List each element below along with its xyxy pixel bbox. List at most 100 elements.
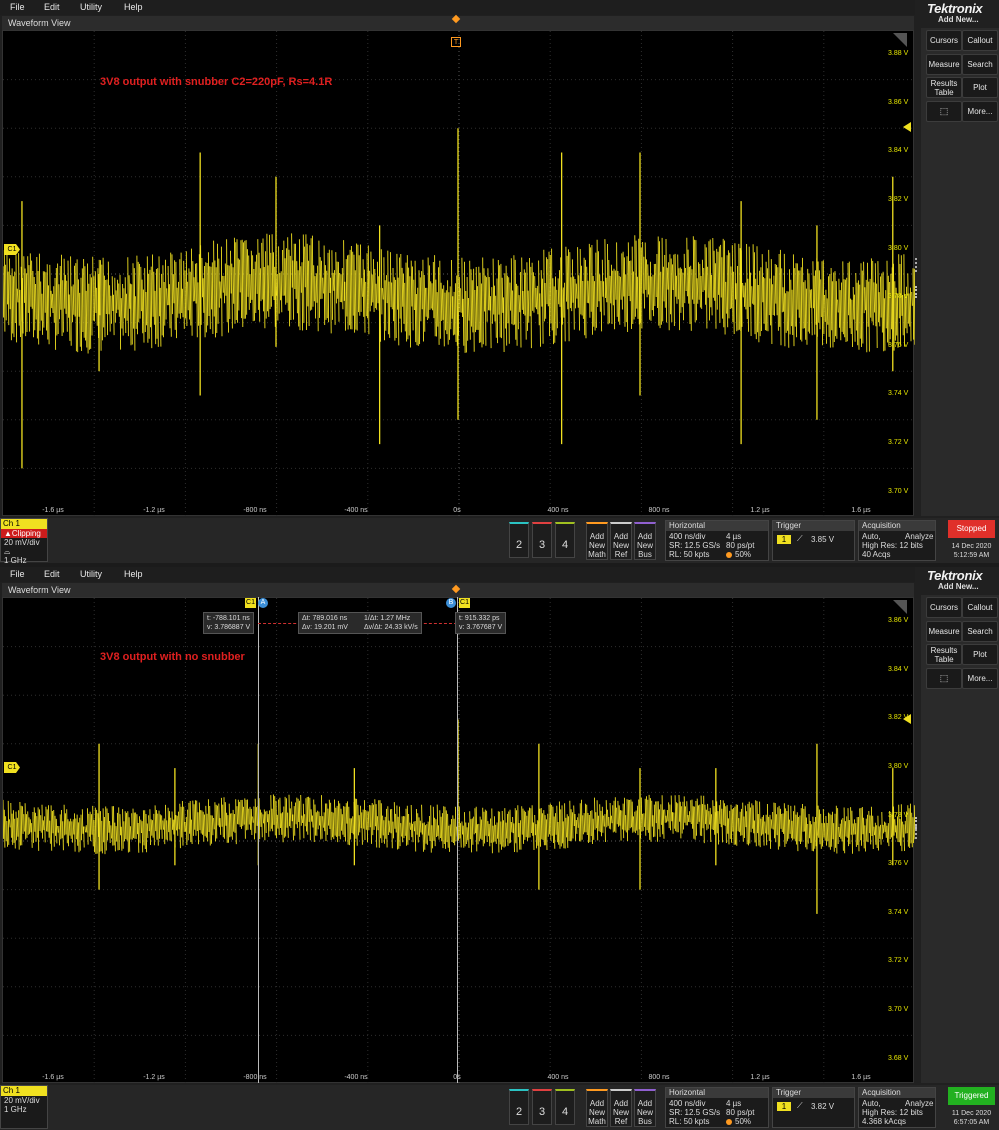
horizontal-position: 50% [735, 1117, 752, 1126]
horizontal-badge[interactable]: Horizontal 400 ns/div 4 µs SR: 12.5 GS/s 80 … [665, 520, 769, 561]
zoom-icon[interactable]: ⬚ [926, 101, 962, 122]
search-button[interactable]: Search [962, 621, 998, 642]
cursors-button[interactable]: Cursors [926, 30, 962, 51]
menu-file[interactable]: File [10, 569, 25, 579]
y-axis-label: 3.76 V [888, 860, 909, 867]
collapse-corner-icon[interactable] [893, 33, 907, 47]
results-table-button[interactable]: Results Table [926, 77, 962, 98]
acquisition-badge[interactable]: Acquisition Auto, Analyze High Res: 12 bits… [858, 1087, 936, 1128]
screen-annotation[interactable]: 3V8 output with no snubber [100, 651, 245, 663]
menu-edit[interactable]: Edit [44, 2, 60, 12]
horizontal-scale: 400 ns/div [669, 532, 706, 541]
ch1-title: Ch 1 [1, 519, 47, 529]
run-stop-status[interactable]: Triggered [948, 1087, 995, 1105]
screen-annotation[interactable]: 3V8 output with snubber C2=220pF, Rs=4.1… [100, 76, 332, 88]
horizontal-title: Horizontal [666, 1088, 768, 1098]
cursor-b-ch-label[interactable]: C1 [459, 598, 470, 608]
run-stop-status[interactable]: Stopped [948, 520, 995, 538]
trigger-badge[interactable]: Trigger 1 ⟋ 3.85 V [772, 520, 855, 561]
channel-4-button[interactable]: 4 [555, 522, 575, 558]
cursor-a-label[interactable]: A [258, 598, 268, 608]
trigger-level: 3.85 V [811, 535, 835, 544]
add-new-ref-button[interactable]: Add New Ref [610, 1089, 632, 1127]
measure-button[interactable]: Measure [926, 621, 962, 642]
bus-label: Bus [638, 550, 652, 559]
y-axis-label: 3.80 V [888, 245, 909, 252]
callout-button[interactable]: Callout [962, 30, 998, 51]
add-new-ref-button[interactable]: Add New Ref [610, 522, 632, 560]
position-icon [726, 1119, 732, 1125]
acquisition-badge[interactable]: Acquisition Auto, Analyze High Res: 12 bits… [858, 520, 936, 561]
ch1-badge[interactable]: Ch 1 ▲Clipping 20 mV/div ⌓ 1 GHz [0, 518, 48, 563]
search-button[interactable]: Search [962, 54, 998, 75]
horizontal-badge[interactable]: Horizontal 400 ns/div 4 µs SR: 12.5 GS/s 80 … [665, 1087, 769, 1128]
ref-label: Ref [614, 1117, 628, 1126]
y-axis-label: 3.72 V [888, 957, 909, 964]
results-table-label-2: Table [934, 655, 954, 664]
plot-button[interactable]: Plot [962, 644, 998, 665]
delta-row-1: Δt: 789.016 ns 1/Δt: 1.27 MHz [302, 614, 418, 623]
cursor-b-label[interactable]: B [446, 598, 456, 608]
collapse-corner-icon[interactable] [893, 600, 907, 614]
menu-utility[interactable]: Utility [80, 569, 102, 579]
trigger-position-marker[interactable]: T [451, 37, 461, 47]
channel-3-label: 3 [538, 539, 546, 551]
x-axis-label: 800 ns [648, 507, 670, 514]
results-table-button[interactable]: Results Table [926, 644, 962, 665]
waveform-graticule[interactable] [2, 30, 915, 517]
y-axis-label: 3.70 V [888, 488, 909, 495]
cursor-a-readout[interactable]: t: -788.101 ns v: 3.786887 V [203, 612, 255, 634]
cursor-a-voltage: v: 3.786887 V [207, 624, 251, 631]
menu-utility[interactable]: Utility [80, 2, 102, 12]
measure-button[interactable]: Measure [926, 54, 962, 75]
date: 11 Dec 2020 [951, 1110, 992, 1117]
cursor-delta-readout[interactable]: Δt: 789.016 ns 1/Δt: 1.27 MHz Δv: 19.201 m… [298, 612, 422, 634]
add-new-bus-button[interactable]: Add New Bus [634, 1089, 656, 1127]
channel-2-button[interactable]: 2 [509, 1089, 529, 1125]
channel-3-button[interactable]: 3 [532, 1089, 552, 1125]
add-label: Add [589, 1099, 605, 1108]
add-new-math-button[interactable]: Add New Math [586, 1089, 608, 1127]
ch1-badge[interactable]: Ch 1 20 mV/div 1 GHz [0, 1085, 48, 1129]
trigger-badge[interactable]: Trigger 1 ⟋ 3.82 V [772, 1087, 855, 1128]
add-new-math-button[interactable]: Add New Math [586, 522, 608, 560]
waveform-handle-icon[interactable] [915, 286, 919, 298]
cursor-b-readout[interactable]: t: 915.332 ps v: 3.767687 V [455, 612, 507, 634]
trigger-level-arrow[interactable] [903, 122, 911, 132]
channel-3-button[interactable]: 3 [532, 522, 552, 558]
waveform-handle-icon[interactable] [915, 817, 919, 829]
more-button[interactable]: More... [962, 668, 998, 689]
menu-file[interactable]: File [10, 2, 25, 12]
menu-help[interactable]: Help [124, 569, 143, 579]
acquisition-title: Acquisition [859, 521, 935, 531]
ps-per-point: 80 ps/pt [726, 1108, 755, 1117]
new-label: New [636, 541, 653, 550]
callout-button[interactable]: Callout [962, 597, 998, 618]
ch1-bandwidth: 1 GHz [4, 556, 27, 563]
y-axis-label: 3.78 V [888, 293, 909, 300]
panel-handle-icon[interactable] [915, 258, 920, 272]
channel-2-button[interactable]: 2 [509, 522, 529, 558]
cursors-button[interactable]: Cursors [926, 597, 962, 618]
add-label: Add [613, 1099, 629, 1108]
menu-edit[interactable]: Edit [44, 569, 60, 579]
menu-help[interactable]: Help [124, 2, 143, 12]
plot-button[interactable]: Plot [962, 77, 998, 98]
menu-bar: File Edit Utility Help [0, 0, 915, 15]
more-button[interactable]: More... [962, 101, 998, 122]
horizontal-scale: 400 ns/div [669, 1099, 706, 1108]
y-axis-label: 3.86 V [888, 617, 909, 624]
add-new-bus-button[interactable]: Add New Bus [634, 522, 656, 560]
trigger-level-arrow[interactable] [903, 714, 911, 724]
channel-4-button[interactable]: 4 [555, 1089, 575, 1125]
zoom-icon[interactable]: ⬚ [926, 668, 962, 689]
add-label: Add [637, 532, 653, 541]
x-axis-label: -400 ns [344, 1074, 368, 1081]
waveform-graticule[interactable] [2, 597, 915, 1084]
cursor-a-ch-label[interactable]: C1 [245, 598, 256, 608]
x-axis-label: -1.2 µs [143, 507, 165, 514]
add-label: Add [613, 532, 629, 541]
new-label: New [588, 1108, 605, 1117]
cursor-b-line[interactable] [457, 597, 458, 1083]
cursor-a-line[interactable] [258, 597, 259, 1083]
